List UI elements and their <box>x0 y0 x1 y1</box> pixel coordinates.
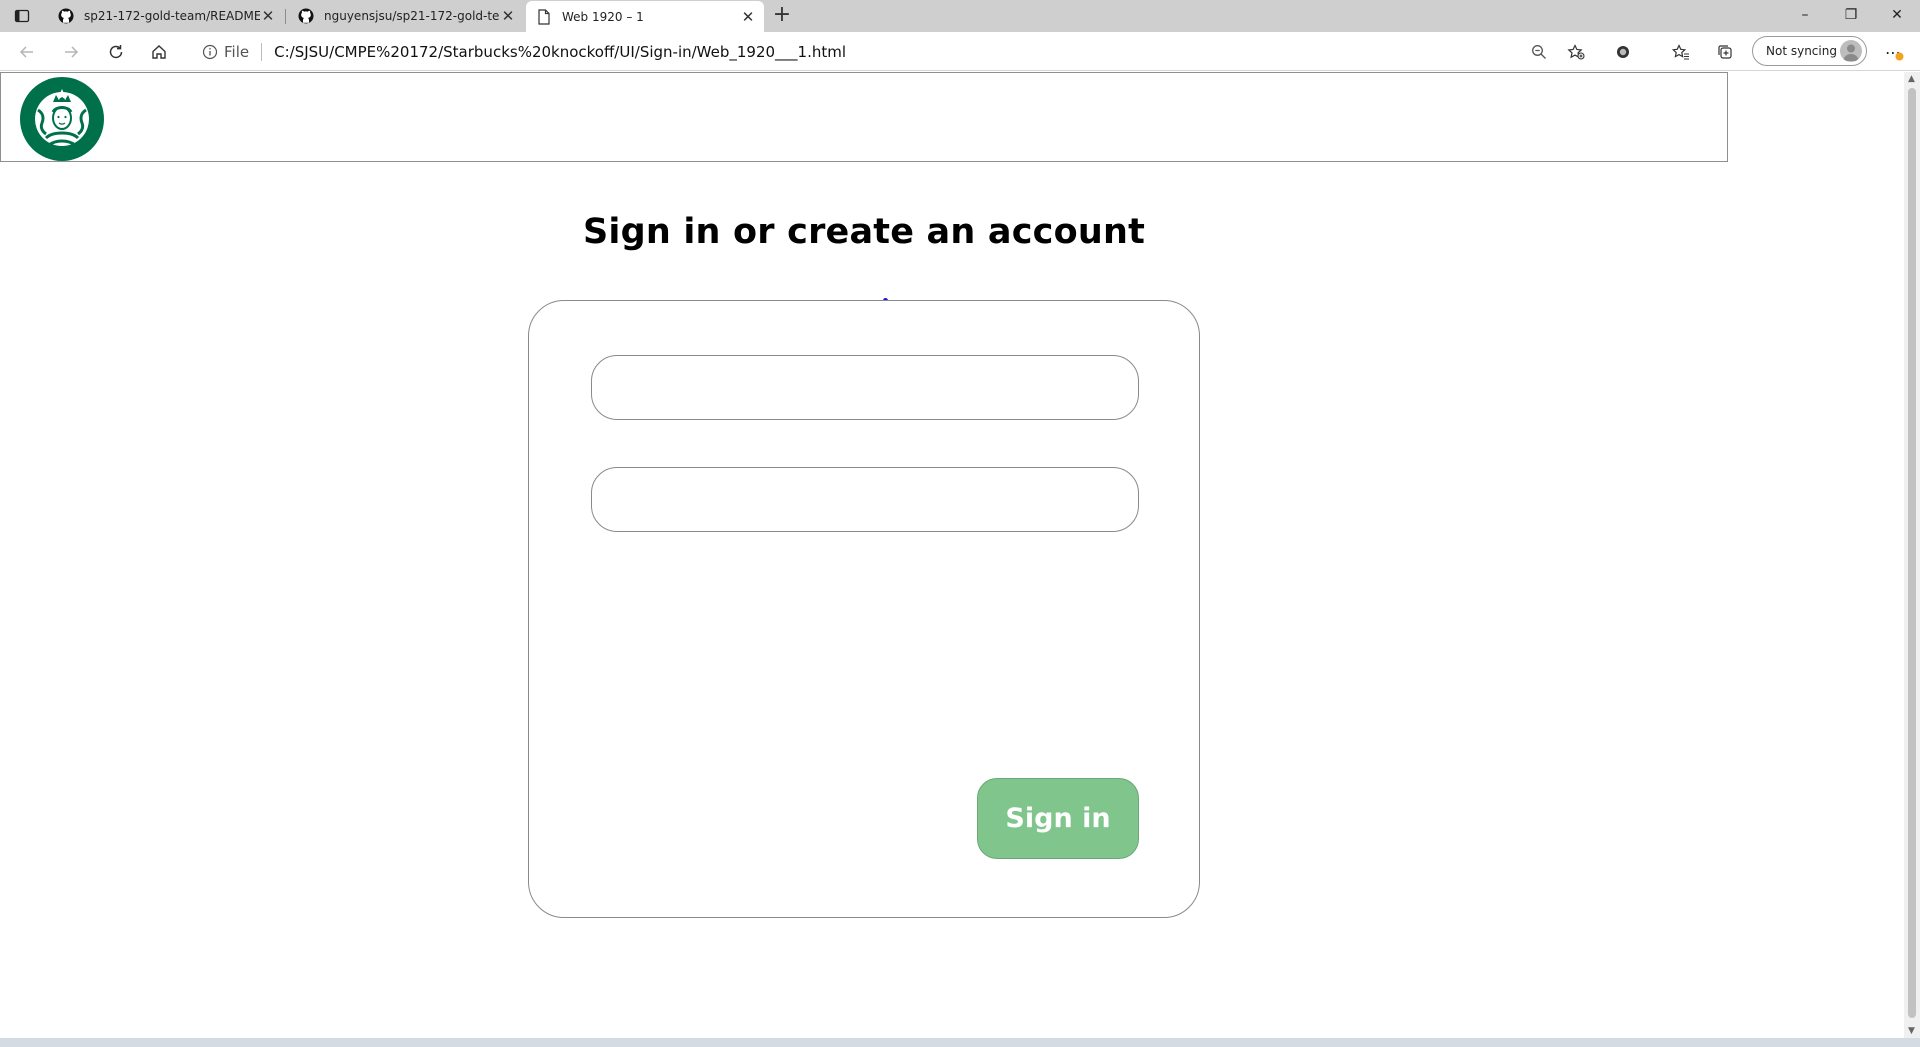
profile-sync-button[interactable]: Not syncing <box>1752 36 1867 66</box>
close-window-button[interactable]: ✕ <box>1874 0 1920 32</box>
home-button[interactable] <box>146 39 172 65</box>
tab-separator <box>285 9 286 24</box>
minimize-button[interactable]: – <box>1782 0 1828 32</box>
avatar <box>1840 40 1862 62</box>
forward-arrow-icon <box>65 46 79 58</box>
back-arrow-icon <box>19 46 33 58</box>
page-viewport: Sign in or create an account Sign in <box>0 72 1904 1038</box>
tab-title: nguyensjsu/sp21-172-gold-team <box>324 9 500 23</box>
collections-button[interactable] <box>1712 39 1738 65</box>
restore-button[interactable]: ❐ <box>1828 0 1874 32</box>
new-tab-button[interactable]: + <box>770 4 794 28</box>
favorites-button[interactable] <box>1668 39 1694 65</box>
scroll-down-icon[interactable]: ▼ <box>1908 1026 1915 1036</box>
tab-gold-team-repo[interactable]: nguyensjsu/sp21-172-gold-team ✕ <box>288 0 524 32</box>
tab-close-icon[interactable]: ✕ <box>500 8 516 24</box>
tab-title: Web 1920 – 1 <box>562 9 644 24</box>
refresh-button[interactable] <box>103 39 129 65</box>
address-url[interactable]: C:/SJSU/CMPE%20172/Starbucks%20knockoff/… <box>274 43 846 61</box>
page-icon <box>536 8 552 25</box>
github-icon <box>298 8 314 24</box>
sync-label: Not syncing <box>1766 44 1837 58</box>
zoom-out-button[interactable] <box>1526 39 1552 65</box>
tab-close-icon[interactable]: ✕ <box>740 9 756 25</box>
star-plus-icon <box>1567 44 1585 60</box>
sign-in-card: Sign in <box>528 300 1200 918</box>
info-icon[interactable] <box>202 44 218 60</box>
notification-dot-icon <box>1895 52 1904 61</box>
tab-close-icon[interactable]: ✕ <box>260 8 276 24</box>
tab-readme[interactable]: sp21-172-gold-team/README.m ✕ <box>48 0 284 32</box>
extension-icon <box>1617 46 1629 58</box>
tab-actions-icon[interactable] <box>14 8 34 24</box>
github-icon <box>58 8 74 24</box>
settings-more-button[interactable]: ⋯ <box>1880 39 1906 65</box>
scrollbar-thumb[interactable] <box>1908 88 1916 1018</box>
site-header <box>0 72 1728 162</box>
back-button[interactable] <box>14 39 40 65</box>
browser-tab-strip: sp21-172-gold-team/README.m ✕ nguyensjsu… <box>0 0 1920 32</box>
refresh-icon <box>109 45 123 59</box>
password-input[interactable] <box>591 467 1139 532</box>
browser-toolbar: File C:/SJSU/CMPE%20172/Starbucks%20knoc… <box>0 32 1920 71</box>
address-scheme-label: File <box>224 42 263 61</box>
extension-button[interactable] <box>1610 39 1636 65</box>
home-icon <box>152 45 166 59</box>
favorites-icon <box>1672 44 1689 60</box>
page-title: Sign in or create an account <box>582 212 1145 252</box>
tab-web-1920-1[interactable]: Web 1920 – 1 ✕ <box>526 1 764 32</box>
forward-button[interactable] <box>58 39 84 65</box>
sign-in-button[interactable]: Sign in <box>977 778 1139 859</box>
vertical-scrollbar[interactable]: ▲ ▼ <box>1904 72 1920 1038</box>
taskbar-strip <box>0 1038 1920 1047</box>
address-bar[interactable]: File C:/SJSU/CMPE%20172/Starbucks%20knoc… <box>188 36 1596 67</box>
scroll-up-icon[interactable]: ▲ <box>1908 74 1915 84</box>
zoom-out-icon <box>1532 45 1546 59</box>
username-input[interactable] <box>591 355 1139 420</box>
collections-icon <box>1718 45 1732 59</box>
tab-title: sp21-172-gold-team/README.m <box>84 9 260 23</box>
starbucks-logo[interactable] <box>19 76 105 162</box>
add-favorite-button[interactable] <box>1563 39 1589 65</box>
